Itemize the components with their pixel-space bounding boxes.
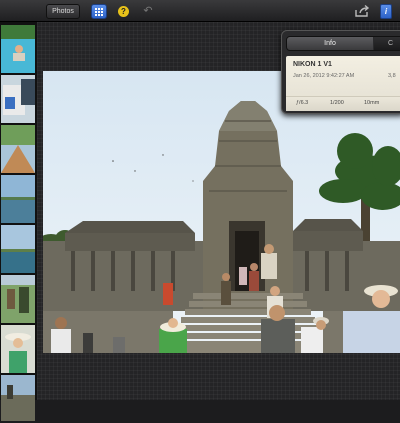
- tab-other[interactable]: C: [374, 37, 400, 50]
- thumbnail[interactable]: [1, 25, 35, 73]
- file-size: 3,8: [388, 73, 396, 79]
- capture-date: Jan 26, 2012 9:42:27 AM: [293, 73, 355, 79]
- thumbnail[interactable]: [1, 325, 35, 373]
- info-card: NIKON 1 V1 Jan 26, 2012 9:42:27 AM 3,8 ƒ…: [286, 56, 400, 111]
- inspector-tabs: Info C: [286, 36, 400, 51]
- thumbnail[interactable]: [1, 375, 35, 423]
- focal-length-value: 10mm: [364, 100, 380, 106]
- share-icon[interactable]: [354, 4, 370, 18]
- exif-strip: ƒ/6.3 1/200 10mm: [286, 96, 400, 111]
- photos-button[interactable]: Photos: [46, 4, 80, 19]
- undo-icon[interactable]: ↶: [141, 4, 155, 18]
- thumbnail[interactable]: [1, 175, 35, 223]
- info-inspector-popover: Info C NIKON 1 V1 Jan 26, 2012 9:42:27 A…: [281, 30, 400, 114]
- camera-model: NIKON 1 V1: [293, 61, 332, 68]
- shutter-speed-value: 1/200: [330, 100, 344, 106]
- thumbnail[interactable]: [1, 225, 35, 273]
- grid-view-button[interactable]: [91, 4, 107, 19]
- grid-icon: [95, 8, 103, 16]
- info-button[interactable]: i: [380, 4, 392, 19]
- thumbnail[interactable]: [1, 275, 35, 323]
- help-button[interactable]: ?: [118, 6, 129, 17]
- top-toolbar: Photos ? ↶ i: [0, 0, 400, 22]
- tab-info[interactable]: Info: [287, 37, 373, 50]
- filmstrip: [0, 22, 37, 421]
- thumbnail[interactable]: [1, 75, 35, 123]
- thumbnail[interactable]: [1, 125, 35, 173]
- aperture-value: ƒ/6.3: [296, 100, 309, 106]
